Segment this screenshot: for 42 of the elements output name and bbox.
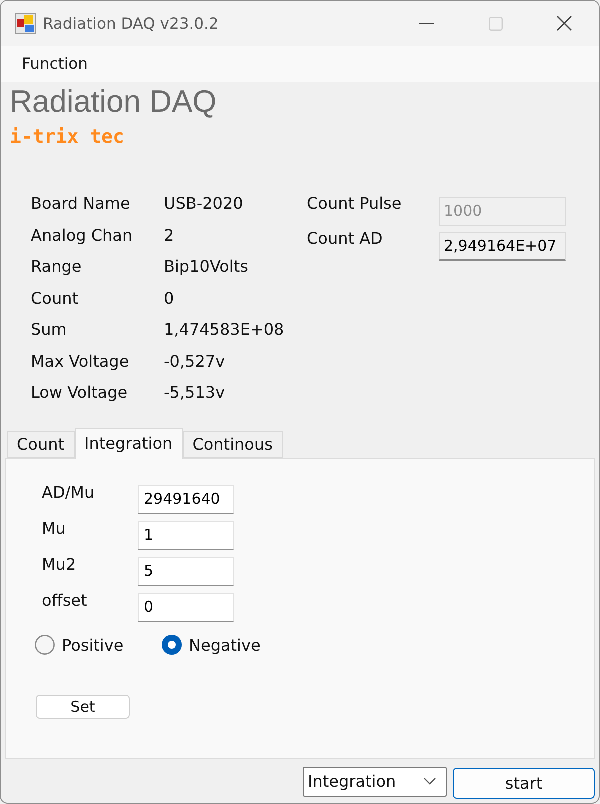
- menu-item[interactable]: Function: [14, 53, 96, 75]
- info-value: 2: [164, 226, 174, 245]
- info-value: Bip10Volts: [164, 257, 248, 276]
- param-input-field[interactable]: 29491640: [138, 485, 234, 514]
- counter-label: Count Pulse: [307, 193, 402, 215]
- set-button[interactable]: Set: [36, 695, 130, 719]
- param-label: Mu2: [42, 556, 76, 574]
- counter-label: Count AD: [307, 228, 383, 250]
- mode-dropdown[interactable]: Integration: [303, 767, 447, 797]
- tab[interactable]: Count: [7, 431, 75, 458]
- param-input-field[interactable]: 5: [138, 557, 234, 586]
- start-button[interactable]: start: [453, 768, 595, 799]
- minimize-icon: [419, 22, 434, 24]
- param-label: offset: [42, 592, 88, 610]
- param-label: Mu: [42, 520, 66, 538]
- info-label: Max Voltage: [31, 352, 130, 371]
- info-value: -5,513v: [164, 383, 226, 402]
- counter-field[interactable]: 2,949164E+07: [439, 232, 566, 261]
- app-title: Radiation DAQ: [10, 85, 217, 119]
- param-input-field[interactable]: 1: [138, 521, 234, 550]
- info-label: Range: [31, 257, 82, 276]
- info-label: Count: [31, 288, 79, 308]
- app-icon: [15, 13, 36, 34]
- counter-field: 1000: [439, 197, 566, 226]
- chevron-down-icon: [424, 778, 436, 784]
- info-value: 1,474583E+08: [164, 320, 284, 340]
- info-label: Low Voltage: [31, 383, 128, 402]
- info-label: Sum: [31, 320, 67, 340]
- info-label: Board Name: [31, 194, 130, 214]
- radio-option[interactable]: Negative: [162, 635, 289, 655]
- tab[interactable]: Integration: [74, 428, 183, 459]
- info-value: USB-2020: [164, 194, 244, 214]
- close-icon: [557, 16, 572, 31]
- radio-option[interactable]: Positive: [35, 635, 162, 655]
- info-value: -0,527v: [164, 352, 226, 371]
- param-label: AD/Mu: [42, 484, 95, 502]
- info-value: 0: [164, 288, 174, 308]
- company-name: i-trix tec: [10, 126, 124, 148]
- info-label: Analog Chan: [31, 226, 133, 245]
- param-input-field[interactable]: 0: [138, 593, 234, 622]
- window-title: Radiation DAQ v23.0.2: [43, 14, 219, 32]
- tab[interactable]: Continous: [182, 431, 283, 458]
